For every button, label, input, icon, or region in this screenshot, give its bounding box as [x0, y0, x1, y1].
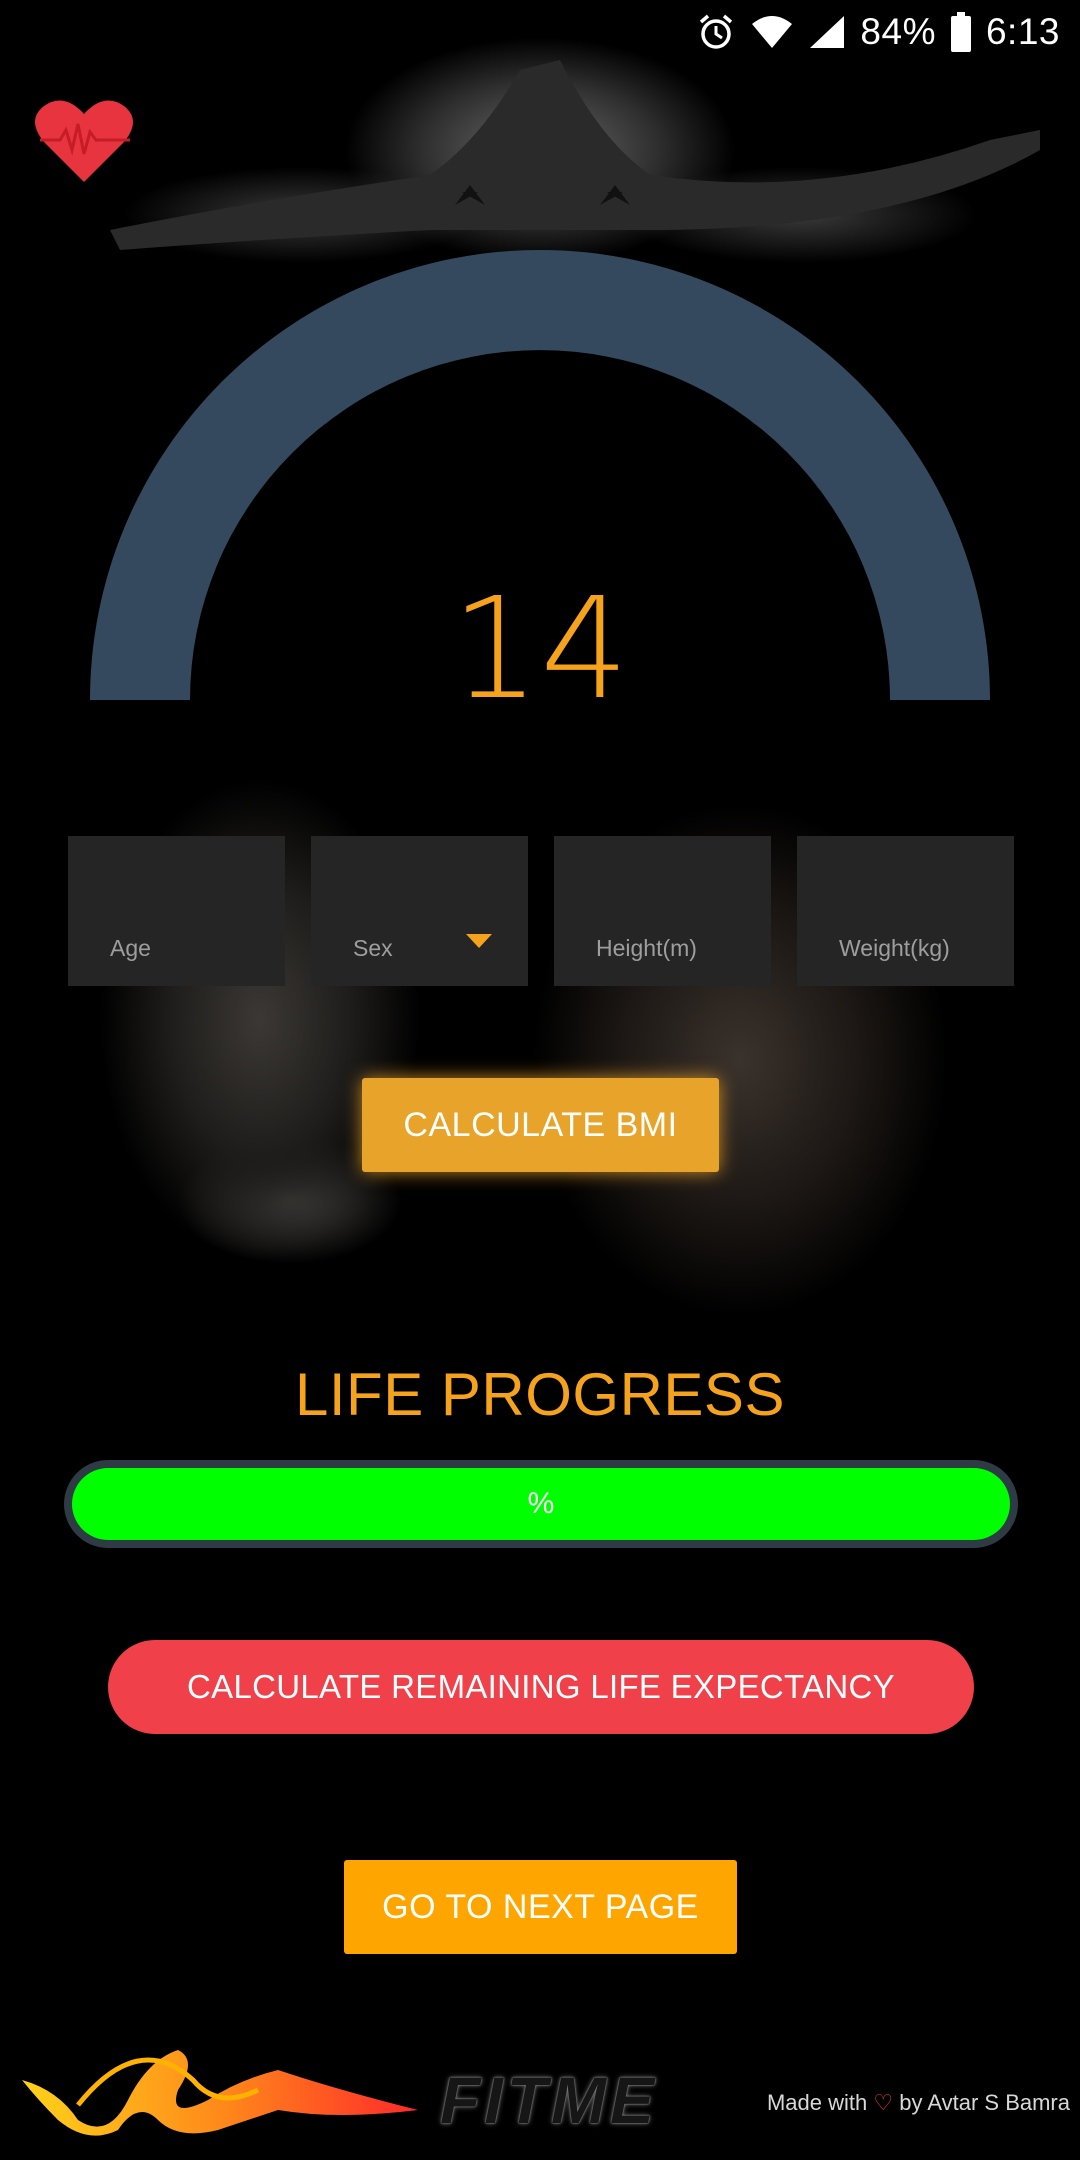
life-progress-label: % — [527, 1487, 555, 1520]
height-field[interactable]: Height(m) — [554, 836, 771, 986]
sex-placeholder: Sex — [353, 935, 393, 961]
heart-pulse-icon — [35, 100, 133, 182]
weight-field[interactable]: Weight(kg) — [797, 836, 1014, 986]
ribbon-logo-icon — [22, 2050, 418, 2136]
battery-icon — [950, 12, 972, 52]
fitme-logo: FITME — [440, 2063, 658, 2137]
input-fields-row: Age Sex Height(m) Weight(kg) — [68, 836, 1014, 986]
age-field[interactable]: Age — [68, 836, 285, 986]
made-with-credit: Made with ♡ by Avtar S Bamra — [767, 2090, 1070, 2116]
status-bar: 84% 6:13 — [0, 0, 1080, 64]
life-progress-fill: % — [72, 1468, 1010, 1540]
life-progress-title: LIFE PROGRESS — [295, 1361, 785, 1428]
signal-icon — [808, 14, 846, 50]
sex-dropdown[interactable]: Sex — [311, 836, 528, 986]
credit-prefix: Made with — [766, 2090, 868, 2115]
heart-outline-icon: ♡ — [873, 2090, 894, 2115]
clock-time: 6:13 — [985, 11, 1060, 52]
bmi-screen: 84% 6:13 14 Age Sex Height(m) Weight(kg) — [0, 0, 1080, 2160]
bmi-value: 14 — [450, 568, 630, 731]
next-page-button[interactable]: GO TO NEXT PAGE — [344, 1860, 737, 1954]
weight-placeholder: Weight(kg) — [839, 935, 950, 961]
dropdown-arrow-icon — [466, 934, 492, 948]
battery-percent: 84% — [860, 11, 936, 52]
calculate-bmi-button[interactable]: CALCULATE BMI — [362, 1078, 719, 1172]
height-placeholder: Height(m) — [596, 935, 697, 961]
life-progress-bar: % — [64, 1460, 1018, 1548]
age-placeholder: Age — [110, 935, 151, 961]
alarm-icon — [696, 12, 736, 52]
credit-suffix: by Avtar S Bamra — [899, 2090, 1070, 2115]
wifi-icon — [750, 14, 794, 50]
calculate-life-expectancy-button[interactable]: CALCULATE REMAINING LIFE EXPECTANCY — [108, 1640, 974, 1734]
